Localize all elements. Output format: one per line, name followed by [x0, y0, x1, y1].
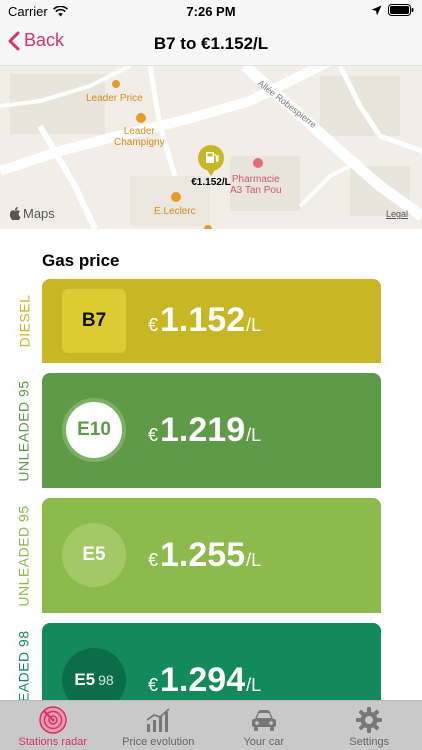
- status-bar: Carrier 7:26 PM: [0, 0, 422, 22]
- fuel-card-e5-98[interactable]: E5 98 € 1.294 /L: [42, 623, 381, 700]
- fuel-row-e10[interactable]: UNLEADED 95 E10 € 1.219 /L: [0, 373, 422, 488]
- page-title: B7 to €1.152/L: [153, 34, 269, 53]
- battery-icon: [388, 4, 414, 16]
- fuel-price-e10: € 1.219 /L: [148, 411, 261, 450]
- location-arrow-icon: [371, 5, 382, 15]
- price-value: 1.152: [160, 301, 246, 339]
- price-unit: /L: [246, 675, 262, 695]
- fuel-badge-text: B7: [81, 310, 107, 331]
- fuel-row-b7[interactable]: DIESEL B7 € 1.152 /L: [0, 279, 422, 363]
- app-window: Carrier 7:26 PM Back B7 to €1.152/L Lead…: [0, 0, 422, 750]
- tab-bar: Stations radar Price evolution Your car …: [0, 700, 422, 750]
- apple-logo-icon: [10, 207, 21, 220]
- fuel-price-e5: € 1.255 /L: [148, 536, 261, 575]
- price-unit: /L: [246, 550, 262, 570]
- price-currency: €: [148, 550, 159, 570]
- poi-leader-champigny-line1: Leader: [123, 126, 155, 137]
- fuel-badge-b7: B7: [62, 289, 126, 353]
- fuel-badge-text: E5: [74, 670, 96, 689]
- fuel-badge-e10: E10: [62, 398, 126, 462]
- fuel-category-text: UNLEADED 95: [16, 504, 33, 607]
- radar-icon: [39, 706, 67, 734]
- price-unit: /L: [246, 425, 262, 445]
- tab-price-evolution[interactable]: Price evolution: [106, 701, 212, 750]
- station-map[interactable]: Leader Price Leader Champigny Pharmacie …: [0, 66, 422, 229]
- price-value: 1.255: [160, 536, 246, 574]
- tab-label: Settings: [349, 736, 390, 748]
- fuel-category-text: DIESEL: [16, 294, 32, 348]
- legal-link[interactable]: Legal: [386, 209, 408, 219]
- fuel-category-text: UNLEADED 98: [16, 629, 33, 700]
- price-currency: €: [148, 315, 159, 335]
- fuel-category-text: UNLEADED 95: [16, 379, 33, 482]
- poi-leader-champigny: Leader Champigny: [114, 126, 165, 148]
- fuel-row-e5[interactable]: UNLEADED 95 E5 € 1.255 /L: [0, 498, 422, 613]
- fuel-badge-text: E5: [82, 544, 106, 565]
- fuel-row-e5-98[interactable]: UNLEADED 98 E5 98 € 1.294 /L: [0, 623, 422, 700]
- station-pin-price: €1.152/L: [191, 177, 231, 188]
- gas-price-section: Gas price DIESEL B7 € 1.152 /L UNLEADED …: [0, 229, 422, 700]
- fuel-card-b7[interactable]: B7 € 1.152 /L: [42, 279, 381, 363]
- gas-station-pin[interactable]: [195, 144, 227, 176]
- section-title: Gas price: [42, 251, 120, 270]
- navigation-bar: Back B7 to €1.152/L: [0, 22, 422, 66]
- price-currency: €: [148, 675, 159, 695]
- fuel-badge-suffix: 98: [98, 672, 114, 688]
- tab-label: Price evolution: [122, 736, 195, 748]
- poi-eleclerc: E.Leclerc: [154, 206, 196, 217]
- price-currency: €: [148, 425, 159, 445]
- fuel-price-b7: € 1.152 /L: [148, 301, 261, 340]
- status-time: 7:26 PM: [186, 4, 236, 19]
- fuel-badge-text: E10: [77, 419, 111, 440]
- tab-label: Stations radar: [18, 736, 87, 748]
- status-right: [371, 4, 414, 16]
- fuel-card-e5[interactable]: E5 € 1.255 /L: [42, 498, 381, 613]
- tab-stations-radar[interactable]: Stations radar: [0, 701, 106, 750]
- fuel-category-label: DIESEL: [11, 279, 37, 363]
- chart-icon: [146, 708, 170, 732]
- fuel-badge-e5-98: E5 98: [62, 648, 126, 700]
- maps-logo-text: Maps: [23, 206, 55, 221]
- price-value: 1.294: [160, 661, 246, 699]
- fuel-price-e5-98: € 1.294 /L: [148, 661, 261, 700]
- tab-label: Your car: [243, 736, 285, 748]
- apple-maps-logo: Maps: [10, 206, 55, 221]
- tab-settings[interactable]: Settings: [317, 701, 422, 750]
- fuel-category-label: UNLEADED 95: [11, 498, 37, 613]
- fuel-category-label: UNLEADED 95: [11, 373, 37, 488]
- poi-leader-champigny-line2: Champigny: [114, 137, 165, 148]
- price-value: 1.219: [160, 411, 246, 449]
- gear-icon: [356, 707, 383, 733]
- fuel-badge-e5: E5: [62, 523, 126, 587]
- car-icon: [251, 710, 276, 731]
- fuel-card-e10[interactable]: E10 € 1.219 /L: [42, 373, 381, 488]
- poi-leader-price: Leader Price: [86, 93, 143, 104]
- price-unit: /L: [246, 315, 262, 335]
- tab-your-car[interactable]: Your car: [211, 701, 317, 750]
- fuel-category-label: UNLEADED 98: [11, 623, 37, 700]
